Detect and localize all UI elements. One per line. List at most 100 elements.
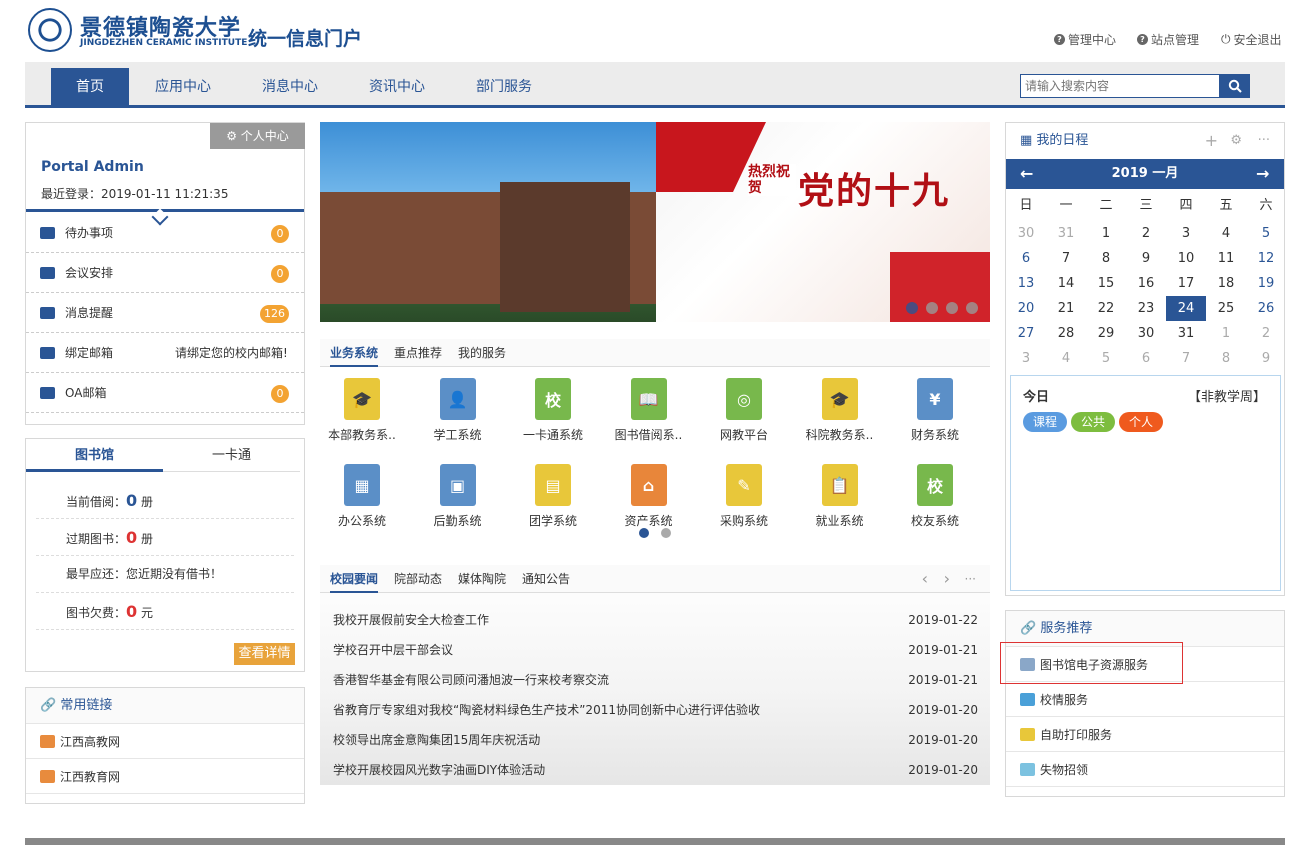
tab-dept-news[interactable]: 院部动态 xyxy=(394,570,442,587)
calendar-day[interactable]: 13 xyxy=(1006,271,1046,296)
calendar-day[interactable]: 25 xyxy=(1206,296,1246,321)
todo-item[interactable]: 待办事项 0 xyxy=(26,213,304,253)
tag-public[interactable]: 公共 xyxy=(1071,412,1116,432)
tab-recommended[interactable]: 重点推荐 xyxy=(394,344,442,361)
link-jxjyw[interactable]: 江西教育网 xyxy=(26,759,304,794)
tab-campus-card[interactable]: 一卡通 xyxy=(163,439,300,472)
calendar-day[interactable]: 29 xyxy=(1086,321,1126,346)
carousel-dot[interactable] xyxy=(966,302,978,314)
calendar-day[interactable]: 4 xyxy=(1046,346,1086,371)
calendar-day[interactable]: 7 xyxy=(1166,346,1206,371)
tab-business-systems[interactable]: 业务系统 xyxy=(330,339,379,367)
system-tile[interactable]: ¥ 财务系统 xyxy=(895,378,975,443)
news-title[interactable]: 校领导出席金意陶集团15周年庆祝活动 xyxy=(333,725,540,755)
system-tile[interactable]: 校校友系统 xyxy=(895,464,975,529)
calendar-day[interactable]: 26 xyxy=(1246,296,1286,321)
calendar-day[interactable]: 28 xyxy=(1046,321,1086,346)
calendar-day[interactable]: 6 xyxy=(1126,346,1166,371)
calendar-day[interactable]: 30 xyxy=(1126,321,1166,346)
system-tile[interactable]: 👤 学工系统 xyxy=(418,378,498,443)
system-tile[interactable]: 📋 就业系统 xyxy=(800,464,880,529)
calendar-day[interactable]: 11 xyxy=(1206,246,1246,271)
calendar-day[interactable]: 9 xyxy=(1126,246,1166,271)
calendar-day[interactable]: 31 xyxy=(1046,221,1086,246)
news-title[interactable]: 学校开展校园风光数字油画DIY体验活动 xyxy=(333,755,545,785)
tab-media[interactable]: 媒体陶院 xyxy=(458,570,506,587)
page-dot[interactable] xyxy=(639,528,649,538)
bind-email-note[interactable]: 请绑定您的校内邮箱! xyxy=(175,344,288,361)
system-tile[interactable]: 📖 图书借阅系.. xyxy=(609,378,689,443)
page-dot[interactable] xyxy=(661,528,671,538)
message-item[interactable]: 消息提醒 126 xyxy=(26,293,304,333)
more-icon[interactable]: ··· xyxy=(965,572,976,586)
system-tile[interactable]: ▣ 后勤系统 xyxy=(418,464,498,529)
nav-info-center[interactable]: 资讯中心 xyxy=(357,62,437,106)
bind-email-item[interactable]: 绑定邮箱 请绑定您的校内邮箱! xyxy=(26,333,304,373)
gear-icon[interactable]: ⚙ xyxy=(1230,123,1242,159)
news-item[interactable]: 我校开展假前安全大检查工作 2019-01-22 xyxy=(333,605,978,635)
system-tile[interactable]: ◎ 网教平台 xyxy=(704,378,784,443)
news-title[interactable]: 学校召开中层干部会议 xyxy=(333,635,453,665)
calendar-day[interactable]: 23 xyxy=(1126,296,1166,321)
more-icon[interactable]: ··· xyxy=(1258,123,1270,159)
nav-home[interactable]: 首页 xyxy=(51,68,129,106)
search-button[interactable] xyxy=(1220,74,1250,98)
prev-icon[interactable]: ‹ xyxy=(922,569,928,588)
service-self-print[interactable]: 自助打印服务 xyxy=(1006,717,1284,752)
calendar-day[interactable]: 2 xyxy=(1246,321,1286,346)
system-tile[interactable]: ▤ 团学系统 xyxy=(513,464,593,529)
news-title[interactable]: 香港智华基金有限公司顾问潘旭波一行来校考察交流 xyxy=(333,665,609,695)
calendar-day[interactable]: 12 xyxy=(1246,246,1286,271)
calendar-day[interactable]: 3 xyxy=(1006,346,1046,371)
meeting-item[interactable]: 会议安排 0 xyxy=(26,253,304,293)
tag-personal[interactable]: 个人 xyxy=(1119,412,1164,432)
calendar-day[interactable]: 17 xyxy=(1166,271,1206,296)
calendar-day[interactable]: 20 xyxy=(1006,296,1046,321)
carousel-dot[interactable] xyxy=(906,302,918,314)
calendar-day[interactable]: 24 xyxy=(1166,296,1206,321)
calendar-day[interactable]: 4 xyxy=(1206,221,1246,246)
news-title[interactable]: 我校开展假前安全大检查工作 xyxy=(333,605,489,635)
view-details-button[interactable]: 查看详情 xyxy=(234,643,295,665)
news-item[interactable]: 校领导出席金意陶集团15周年庆祝活动 2019-01-20 xyxy=(333,725,978,755)
personal-center-button[interactable]: ⚙ 个人中心 xyxy=(210,123,305,149)
search-input[interactable] xyxy=(1020,74,1220,98)
calendar-day[interactable]: 10 xyxy=(1166,246,1206,271)
calendar-day[interactable]: 8 xyxy=(1206,346,1246,371)
calendar-day[interactable]: 19 xyxy=(1246,271,1286,296)
calendar-day[interactable]: 21 xyxy=(1046,296,1086,321)
calendar-day[interactable]: 18 xyxy=(1206,271,1246,296)
carousel-dot[interactable] xyxy=(926,302,938,314)
calendar-day[interactable]: 5 xyxy=(1086,346,1126,371)
calendar-day[interactable]: 1 xyxy=(1086,221,1126,246)
site-manage-link[interactable]: ? 站点管理 xyxy=(1137,31,1199,48)
admin-center-link[interactable]: ? 管理中心 xyxy=(1054,31,1116,48)
calendar-day[interactable]: 3 xyxy=(1166,221,1206,246)
nav-app-center[interactable]: 应用中心 xyxy=(143,62,223,106)
tab-notices[interactable]: 通知公告 xyxy=(522,570,570,587)
system-tile[interactable]: ▦ 办公系统 xyxy=(322,464,402,529)
news-item[interactable]: 学校开展校园风光数字油画DIY体验活动 2019-01-20 xyxy=(333,755,978,785)
tab-my-services[interactable]: 我的服务 xyxy=(458,344,506,361)
calendar-day[interactable]: 15 xyxy=(1086,271,1126,296)
news-item[interactable]: 香港智华基金有限公司顾问潘旭波一行来校考察交流 2019-01-21 xyxy=(333,665,978,695)
service-school-info[interactable]: 校情服务 xyxy=(1006,682,1284,717)
carousel-dot[interactable] xyxy=(946,302,958,314)
nav-dept-service[interactable]: 部门服务 xyxy=(464,62,544,106)
calendar-day[interactable]: 1 xyxy=(1206,321,1246,346)
calendar-day[interactable]: 6 xyxy=(1006,246,1046,271)
service-lost-found[interactable]: 失物招领 xyxy=(1006,752,1284,787)
logout-link[interactable]: ⏻ 安全退出 xyxy=(1221,31,1282,48)
calendar-day[interactable]: 22 xyxy=(1086,296,1126,321)
tab-campus-news[interactable]: 校园要闻 xyxy=(330,565,379,593)
next-month-icon[interactable]: → xyxy=(1256,159,1269,189)
banner-carousel[interactable]: 党的十九 热烈祝贺 xyxy=(320,122,990,322)
tag-course[interactable]: 课程 xyxy=(1023,412,1068,432)
system-tile[interactable]: ⌂ 资产系统 xyxy=(609,464,689,529)
calendar-day[interactable]: 7 xyxy=(1046,246,1086,271)
nav-message-center[interactable]: 消息中心 xyxy=(250,62,330,106)
calendar-day[interactable]: 27 xyxy=(1006,321,1046,346)
news-item[interactable]: 学校召开中层干部会议 2019-01-21 xyxy=(333,635,978,665)
add-icon[interactable]: + xyxy=(1205,123,1218,159)
tab-library[interactable]: 图书馆 xyxy=(26,439,163,472)
